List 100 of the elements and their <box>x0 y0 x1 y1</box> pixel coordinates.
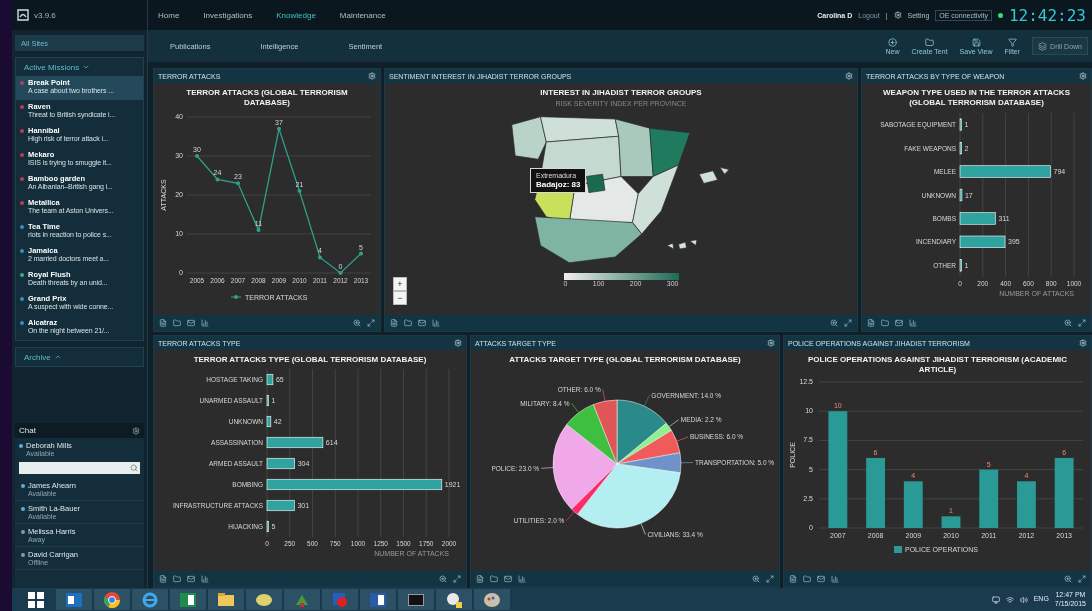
folder-icon[interactable] <box>803 575 811 583</box>
mail-icon[interactable] <box>895 319 903 327</box>
document-icon[interactable] <box>159 575 167 583</box>
folder-icon[interactable] <box>173 575 181 583</box>
nav-tab[interactable]: Investigations <box>203 10 253 20</box>
expand-icon[interactable] <box>367 319 375 327</box>
clock: 12:42:23 <box>1008 5 1086 25</box>
leader-line <box>676 436 689 442</box>
search-field[interactable] <box>19 462 140 474</box>
data-point <box>256 227 261 232</box>
settings-icon[interactable] <box>454 339 462 347</box>
folder-icon[interactable] <box>218 593 234 606</box>
chart-title: INTEREST IN JIHADIST TERROR GROUPS <box>539 88 703 99</box>
nav-tab[interactable]: Home <box>158 10 180 20</box>
expand-icon[interactable] <box>1078 575 1086 583</box>
chevron-down-icon[interactable] <box>82 63 91 71</box>
document-icon[interactable] <box>867 319 875 327</box>
map-drawing[interactable] <box>511 116 730 264</box>
folder-icon[interactable] <box>404 319 412 327</box>
bar <box>266 374 274 386</box>
zoom-icon[interactable] <box>439 575 447 583</box>
section-header[interactable]: Active Missions <box>24 62 80 72</box>
leader-line <box>643 395 650 407</box>
bar <box>959 118 962 131</box>
browser-icon[interactable] <box>104 591 120 608</box>
bar <box>941 516 960 528</box>
expand-icon[interactable] <box>766 575 774 583</box>
cloud-icon[interactable] <box>256 593 272 606</box>
zoom-icon[interactable] <box>830 319 838 327</box>
settings-icon[interactable] <box>845 72 853 80</box>
document-icon[interactable] <box>390 319 398 327</box>
data-point <box>195 153 199 158</box>
nav-tab[interactable]: Maintenance <box>339 10 386 20</box>
chart-icon[interactable] <box>518 575 526 583</box>
logo-icon <box>16 8 30 22</box>
chart-title: TERROR ATTACKS TYPE (GLOBAL TERRORISM DATABASE) <box>192 355 428 366</box>
settings-icon[interactable] <box>368 72 376 80</box>
bar <box>1054 457 1074 528</box>
zoom-icon[interactable] <box>752 575 760 583</box>
chart-title: ATTACKS TARGET TYPE (GLOBAL TERRORISM DATABASE) <box>508 355 742 366</box>
expand-icon[interactable] <box>1078 319 1086 327</box>
leader-line <box>540 467 554 470</box>
document-icon[interactable] <box>476 575 484 583</box>
zoom-icon[interactable] <box>353 319 361 327</box>
mail-icon[interactable] <box>187 575 195 583</box>
bar <box>959 188 962 201</box>
settings-icon[interactable] <box>132 426 140 435</box>
search-icon[interactable] <box>130 464 138 472</box>
volume-icon[interactable] <box>1019 595 1028 604</box>
paint-icon[interactable] <box>484 592 500 607</box>
folder-icon[interactable] <box>173 319 181 327</box>
data-point <box>338 270 343 275</box>
chart-icon[interactable] <box>201 575 209 583</box>
data-point <box>277 126 281 131</box>
document-app-icon[interactable] <box>370 592 386 607</box>
mail-icon[interactable] <box>187 319 195 327</box>
bar <box>266 500 295 512</box>
plus-icon[interactable] <box>888 37 897 47</box>
bar <box>266 521 269 533</box>
wifi-icon[interactable] <box>1005 595 1014 604</box>
zoom-icon[interactable] <box>1064 575 1072 583</box>
chart-icon[interactable] <box>201 319 209 327</box>
tooltip-value: Badajoz: 83 <box>536 180 581 190</box>
expand-icon[interactable] <box>453 575 461 583</box>
status-dot <box>19 444 23 448</box>
browser-icon[interactable] <box>142 591 158 608</box>
leader-line <box>602 389 606 402</box>
leader-line <box>680 462 694 464</box>
nav-tab[interactable]: Knowledge <box>276 10 316 20</box>
expand-icon[interactable] <box>844 319 852 327</box>
save-icon[interactable] <box>971 37 981 47</box>
mail-icon[interactable] <box>504 575 512 583</box>
chevron-up-icon[interactable] <box>53 353 62 361</box>
section-header[interactable]: Archive <box>24 352 51 362</box>
zoom-icon[interactable] <box>1064 319 1072 327</box>
folder-icon[interactable] <box>490 575 498 583</box>
settings-icon[interactable] <box>1079 339 1087 347</box>
terminal-icon[interactable] <box>408 593 424 606</box>
mail-app-icon[interactable] <box>66 592 82 607</box>
mail-icon[interactable] <box>418 319 426 327</box>
bar <box>266 395 269 407</box>
settings-icon[interactable] <box>767 339 775 347</box>
settings-icon[interactable] <box>1079 72 1087 80</box>
chart-icon[interactable] <box>432 319 440 327</box>
spreadsheet-icon[interactable] <box>180 592 196 607</box>
data-point <box>236 181 240 186</box>
document-icon[interactable] <box>789 575 797 583</box>
document-icon[interactable] <box>159 319 167 327</box>
chart-icon[interactable] <box>909 319 917 327</box>
windows-icon[interactable] <box>28 591 44 608</box>
magnifier-icon[interactable] <box>446 591 462 608</box>
folder-icon[interactable] <box>881 319 889 327</box>
folder-icon[interactable] <box>925 37 935 47</box>
zoom-in-button[interactable]: + <box>393 277 407 291</box>
chart-icon[interactable] <box>831 575 839 583</box>
chart-title: TERROR ATTACKS (GLOBAL TERRORISM DATABASE) <box>185 88 349 109</box>
filter-icon[interactable] <box>1007 37 1017 47</box>
zoom-out-button[interactable]: − <box>393 291 407 305</box>
mail-icon[interactable] <box>817 575 825 583</box>
settings-icon[interactable] <box>893 11 902 19</box>
